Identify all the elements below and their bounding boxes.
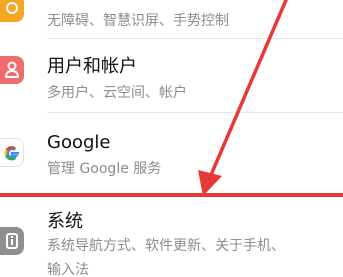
settings-item-subtitle: 多用户、云空间、帐户 bbox=[47, 85, 187, 101]
settings-item-users-accounts[interactable]: 用户和帐户 多用户、云空间、帐户 bbox=[0, 40, 343, 110]
divider bbox=[47, 112, 343, 113]
system-info-icon bbox=[0, 227, 24, 255]
google-icon bbox=[0, 138, 24, 167]
user-account-icon bbox=[0, 56, 24, 84]
settings-screen: 无障碍、智慧识屏、手势控制 用户和帐户 多用户、云空间、帐户 Google 管理… bbox=[0, 0, 343, 277]
settings-item-subtitle: 系统导航方式、软件更新、关于手机、 bbox=[47, 238, 285, 254]
settings-item-google[interactable]: Google 管理 Google 服务 bbox=[0, 114, 343, 186]
settings-item-subtitle: 管理 Google 服务 bbox=[47, 161, 162, 177]
highlight-line bbox=[0, 193, 343, 197]
settings-item-subtitle-line2: 输入法 bbox=[47, 262, 89, 277]
accessibility-icon bbox=[0, 0, 24, 22]
settings-item-title: 用户和帐户 bbox=[47, 56, 137, 77]
settings-item-system[interactable]: 系统 系统导航方式、软件更新、关于手机、 输入法 bbox=[0, 199, 343, 277]
settings-item-title: 系统 bbox=[47, 211, 83, 232]
settings-item-title: Google bbox=[47, 132, 111, 153]
settings-item-subtitle: 无障碍、智慧识屏、手势控制 bbox=[47, 13, 229, 29]
divider bbox=[47, 38, 343, 39]
